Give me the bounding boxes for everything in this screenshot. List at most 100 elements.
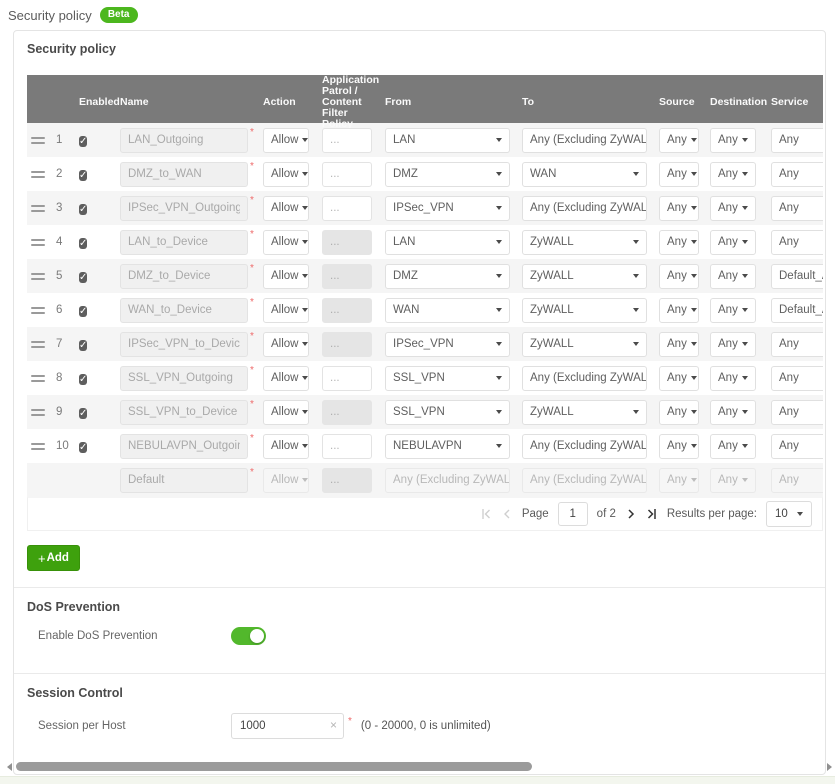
enabled-checkbox[interactable]: ✓ <box>79 306 87 317</box>
action-select[interactable]: Allow <box>263 230 309 255</box>
app-patrol-input[interactable]: ... <box>322 366 372 391</box>
action-select[interactable]: Allow <box>263 264 309 289</box>
page-number-input[interactable] <box>558 502 588 526</box>
scroll-right-icon[interactable] <box>827 763 832 771</box>
policy-name-input[interactable] <box>120 196 248 221</box>
from-select[interactable]: DMZ <box>385 162 510 187</box>
source-select[interactable]: Any <box>659 468 699 493</box>
enabled-checkbox[interactable]: ✓ <box>79 238 87 249</box>
service-input[interactable]: Any <box>771 366 823 391</box>
from-select[interactable]: DMZ <box>385 264 510 289</box>
drag-handle-icon[interactable] <box>31 307 45 314</box>
to-select[interactable]: WAN <box>522 162 647 187</box>
policy-name-input[interactable] <box>120 332 248 357</box>
source-select[interactable]: Any <box>659 366 699 391</box>
drag-handle-icon[interactable] <box>31 409 45 416</box>
to-select[interactable]: Any (Excluding ZyWALL) <box>522 468 647 493</box>
action-select[interactable]: Allow <box>263 298 309 323</box>
to-select[interactable]: Any (Excluding ZyWALL) <box>522 366 647 391</box>
policy-name-input[interactable] <box>120 162 248 187</box>
action-select[interactable]: Allow <box>263 366 309 391</box>
app-patrol-input[interactable]: ... <box>322 468 372 493</box>
from-select[interactable]: Any (Excluding ZyWALL) <box>385 468 510 493</box>
destination-select[interactable]: Any <box>710 400 756 425</box>
from-select[interactable]: SSL_VPN <box>385 366 510 391</box>
first-page-icon[interactable] <box>480 508 492 520</box>
action-select[interactable]: Allow <box>263 128 309 153</box>
to-select[interactable]: Any (Excluding ZyWALL) <box>522 128 647 153</box>
to-select[interactable]: ZyWALL <box>522 230 647 255</box>
to-select[interactable]: ZyWALL <box>522 264 647 289</box>
from-select[interactable]: SSL_VPN <box>385 400 510 425</box>
previous-page-icon[interactable] <box>501 508 513 520</box>
app-patrol-input[interactable]: ... <box>322 264 372 289</box>
service-input[interactable]: Any <box>771 128 823 153</box>
from-select[interactable]: WAN <box>385 298 510 323</box>
enabled-checkbox[interactable]: ✓ <box>79 272 87 283</box>
drag-handle-icon[interactable] <box>31 205 45 212</box>
scroll-left-icon[interactable] <box>7 763 12 771</box>
destination-select[interactable]: Any <box>710 332 756 357</box>
scrollbar-thumb[interactable] <box>16 762 532 771</box>
results-per-page-select[interactable]: 10 <box>766 501 812 527</box>
source-select[interactable]: Any <box>659 128 699 153</box>
source-select[interactable]: Any <box>659 230 699 255</box>
enabled-checkbox[interactable]: ✓ <box>79 136 87 147</box>
drag-handle-icon[interactable] <box>31 171 45 178</box>
action-select[interactable]: Allow <box>263 332 309 357</box>
action-select[interactable]: Allow <box>263 434 309 459</box>
policy-name-input[interactable] <box>120 400 248 425</box>
enabled-checkbox[interactable]: ✓ <box>79 408 87 419</box>
app-patrol-input[interactable]: ... <box>322 230 372 255</box>
drag-handle-icon[interactable] <box>31 239 45 246</box>
app-patrol-input[interactable]: ... <box>322 298 372 323</box>
to-select[interactable]: Any (Excluding ZyWALL) <box>522 196 647 221</box>
to-select[interactable]: Any (Excluding ZyWALL) <box>522 434 647 459</box>
app-patrol-input[interactable]: ... <box>322 128 372 153</box>
action-select[interactable]: Allow <box>263 400 309 425</box>
source-select[interactable]: Any <box>659 298 699 323</box>
drag-handle-icon[interactable] <box>31 375 45 382</box>
session-per-host-input[interactable] <box>231 713 344 739</box>
from-select[interactable]: IPSec_VPN <box>385 196 510 221</box>
app-patrol-input[interactable]: ... <box>322 196 372 221</box>
policy-name-input[interactable] <box>120 366 248 391</box>
last-page-icon[interactable] <box>646 508 658 520</box>
source-select[interactable]: Any <box>659 434 699 459</box>
action-select[interactable]: Allow <box>263 162 309 187</box>
destination-select[interactable]: Any <box>710 468 756 493</box>
enabled-checkbox[interactable]: ✓ <box>79 442 87 453</box>
drag-handle-icon[interactable] <box>31 273 45 280</box>
destination-select[interactable]: Any <box>710 434 756 459</box>
service-input[interactable]: Any <box>771 332 823 357</box>
service-input[interactable]: Any <box>771 400 823 425</box>
policy-name-input[interactable] <box>120 298 248 323</box>
source-select[interactable]: Any <box>659 332 699 357</box>
to-select[interactable]: ZyWALL <box>522 298 647 323</box>
add-policy-button[interactable]: + Add <box>27 545 80 571</box>
next-page-icon[interactable] <box>625 508 637 520</box>
service-input[interactable]: Default_Allow <box>771 264 823 289</box>
to-select[interactable]: ZyWALL <box>522 400 647 425</box>
destination-select[interactable]: Any <box>710 162 756 187</box>
service-input[interactable]: Any <box>771 162 823 187</box>
source-select[interactable]: Any <box>659 162 699 187</box>
app-patrol-input[interactable]: ... <box>322 162 372 187</box>
destination-select[interactable]: Any <box>710 128 756 153</box>
app-patrol-input[interactable]: ... <box>322 332 372 357</box>
to-select[interactable]: ZyWALL <box>522 332 647 357</box>
enable-dos-toggle[interactable] <box>231 627 266 645</box>
app-patrol-input[interactable]: ... <box>322 434 372 459</box>
policy-name-input[interactable] <box>120 264 248 289</box>
policy-name-input[interactable] <box>120 128 248 153</box>
enabled-checkbox[interactable]: ✓ <box>79 374 87 385</box>
policy-name-input[interactable] <box>120 230 248 255</box>
source-select[interactable]: Any <box>659 264 699 289</box>
enabled-checkbox[interactable]: ✓ <box>79 340 87 351</box>
drag-handle-icon[interactable] <box>31 341 45 348</box>
destination-select[interactable]: Any <box>710 366 756 391</box>
service-input[interactable]: Any <box>771 434 823 459</box>
destination-select[interactable]: Any <box>710 230 756 255</box>
service-input[interactable]: Default_Allow <box>771 298 823 323</box>
drag-handle-icon[interactable] <box>31 137 45 144</box>
